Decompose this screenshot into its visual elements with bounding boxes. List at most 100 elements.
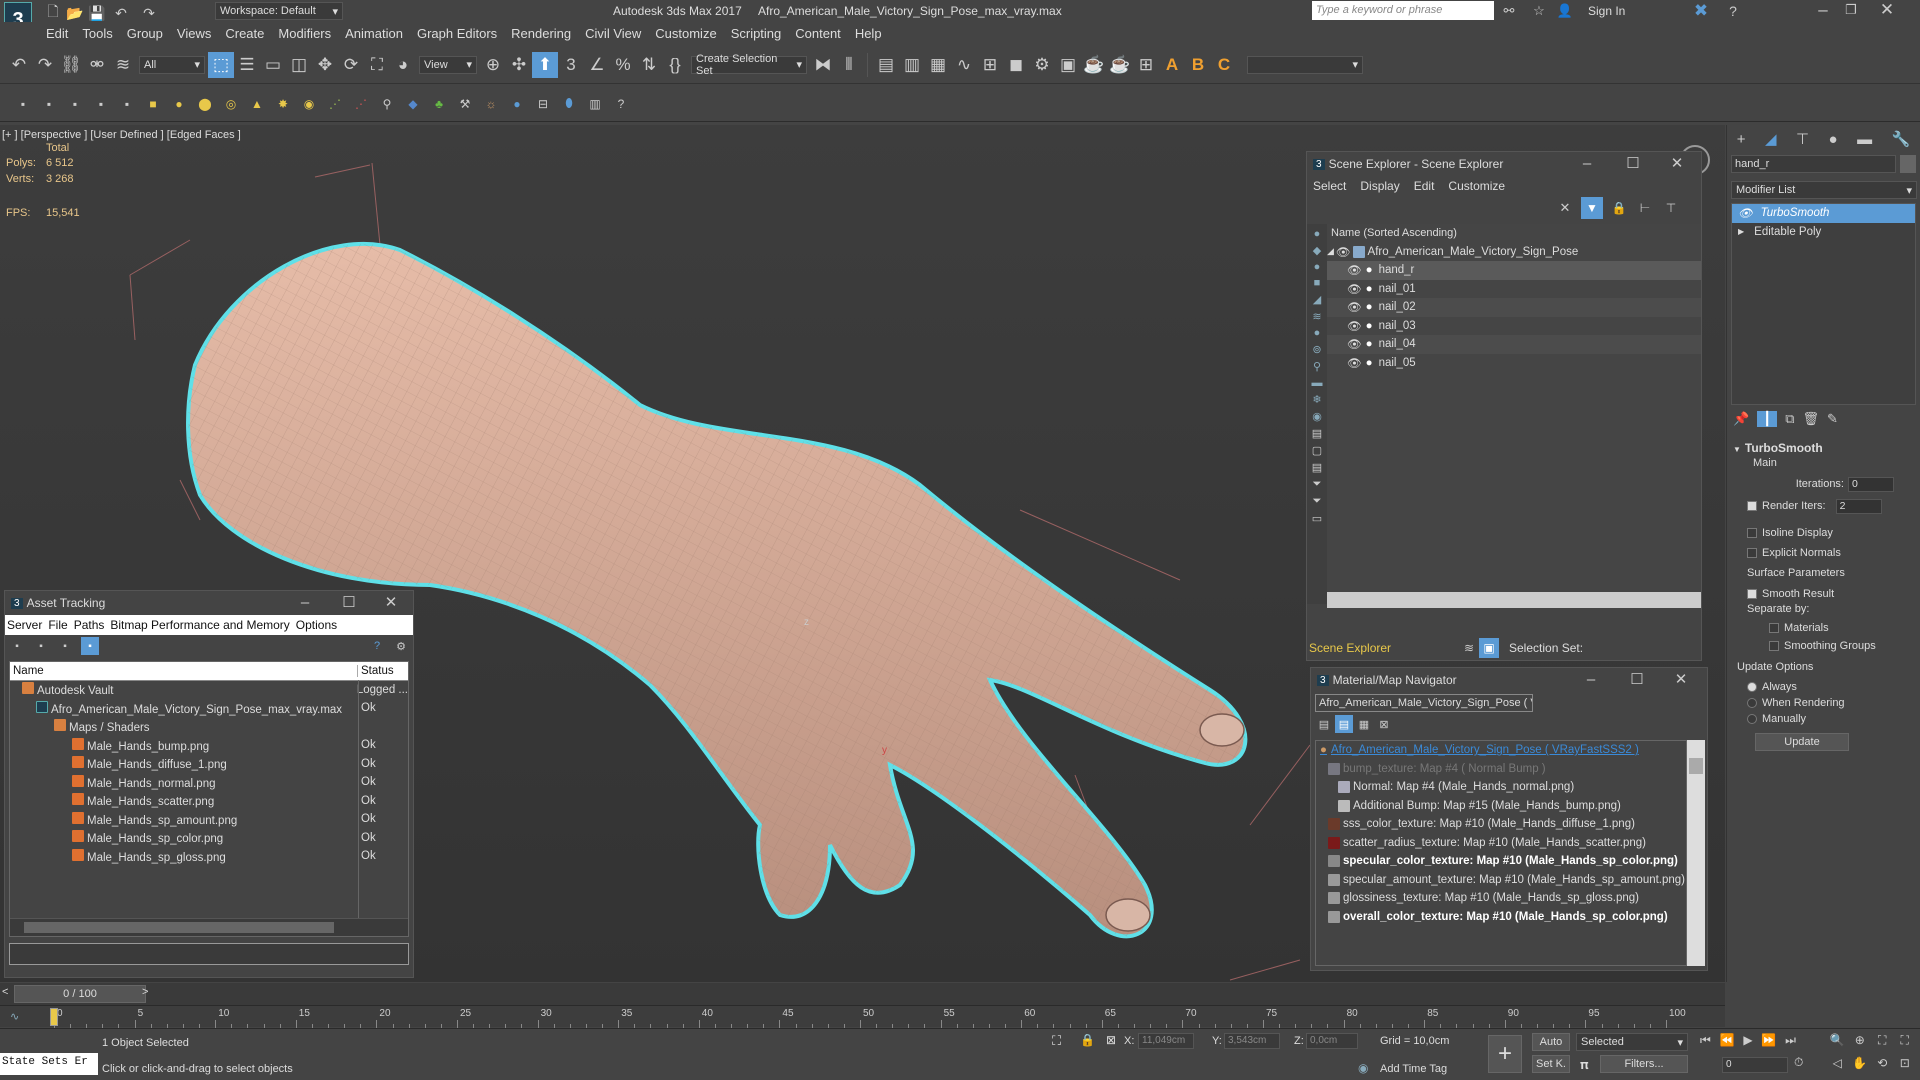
vray-proxy-icon[interactable]: ⊟ [530, 91, 556, 117]
se-menu-edit[interactable]: Edit [1414, 179, 1435, 193]
column-name[interactable]: Name [10, 664, 358, 677]
vault-icon[interactable]: ▪ [9, 633, 25, 659]
maximize-icon[interactable]: ☐ [1617, 668, 1657, 692]
close-icon[interactable]: ✕ [1657, 152, 1697, 176]
menu-civil-view[interactable]: Civil View [585, 26, 641, 41]
asset-help-icon[interactable]: ? [369, 633, 385, 659]
scene-explorer-icon[interactable]: ▤ [873, 52, 899, 78]
unlink-icon[interactable]: ⚮ [84, 52, 110, 78]
modifier-list-dropdown[interactable]: Modifier List ▾ [1731, 181, 1917, 199]
render-iters-spinner[interactable]: 2 [1835, 498, 1882, 514]
align-icon[interactable]: ⫴ [836, 52, 862, 78]
asset-menu-options[interactable]: Options [296, 618, 337, 632]
menu-edit[interactable]: Edit [46, 26, 68, 41]
snap-3-icon[interactable]: 3 [558, 52, 584, 78]
vray-light-icon[interactable]: ● [504, 91, 530, 117]
filter-shapes-icon[interactable]: ◆ [1313, 244, 1321, 257]
viewport-menu-plus[interactable]: [+ ] [2, 129, 18, 141]
maximize-icon[interactable]: ☐ [1613, 152, 1653, 176]
display-tab-icon[interactable]: ▬ [1857, 131, 1872, 148]
percent-snap-icon[interactable]: % [610, 52, 636, 78]
eye-icon[interactable]: 👁 [1347, 356, 1362, 370]
materials-checkbox[interactable] [1769, 623, 1779, 633]
table-row[interactable]: Male_Hands_diffuse_1.png Ok [10, 755, 408, 774]
auto-key-button[interactable]: Auto [1532, 1033, 1570, 1051]
material-item[interactable]: overall_color_texture: Map #10 (Male_Han… [1316, 908, 1686, 927]
ref-coord-dropdown[interactable]: View ▾ [419, 55, 477, 74]
menu-group[interactable]: Group [127, 26, 163, 41]
table-row[interactable]: Maps / Shaders [10, 718, 408, 737]
set-key-button[interactable]: Set K. [1532, 1055, 1570, 1073]
view-large-icons-icon[interactable]: ⊠ [1375, 711, 1393, 737]
light-icon[interactable]: ✸ [270, 91, 296, 117]
when-rendering-radio[interactable] [1747, 698, 1757, 708]
key-filter-icon[interactable]: 𝛑 [1580, 1057, 1589, 1073]
minimize-icon[interactable]: – [1810, 0, 1836, 23]
add-time-tag[interactable]: Add Time Tag [1380, 1063, 1447, 1075]
vray-plane-icon[interactable]: ▥ [582, 91, 608, 117]
selection-lock-icon[interactable]: 🔒 [1080, 1033, 1095, 1047]
table-row[interactable]: Male_Hands_sp_color.png Ok [10, 829, 408, 848]
view-list-icon[interactable]: ▤ [1315, 711, 1333, 737]
folder2-icon[interactable]: ▭ [1312, 512, 1322, 525]
filter-icon[interactable]: ▼ [1581, 197, 1603, 219]
motion-tab-icon[interactable]: ● [1829, 131, 1838, 148]
eye-icon[interactable]: 👁 [1336, 245, 1351, 259]
vray-b-icon[interactable]: B [1185, 52, 1211, 78]
eye-icon[interactable]: 👁 [1738, 206, 1753, 220]
filter-frozen-icon[interactable]: ❄ [1312, 393, 1321, 406]
scale-icon[interactable]: ⛶ [364, 52, 390, 78]
render-production-icon[interactable]: ☕ [1107, 52, 1133, 78]
table-row[interactable]: Afro_American_Male_Victory_Sign_Pose_max… [10, 699, 408, 718]
filter-containers-icon[interactable]: ▬ [1312, 377, 1323, 389]
remove-modifier-icon[interactable]: 🗑 [1802, 411, 1819, 427]
binoculars-icon[interactable]: ⚯ [1496, 0, 1522, 24]
pivot-center-icon[interactable]: ⊕ [480, 52, 506, 78]
table-row[interactable]: Male_Hands_normal.png Ok [10, 773, 408, 792]
render-teapot-icon[interactable]: ☕ [1081, 52, 1107, 78]
biped-icon[interactable]: ⚒ [452, 91, 478, 117]
workspace-dropdown[interactable]: Workspace: Default ▾ [215, 2, 343, 20]
funnel-icon[interactable]: ⏷ [1313, 478, 1322, 491]
set-key-big-button[interactable]: + [1488, 1035, 1522, 1073]
menu-content[interactable]: Content [795, 26, 841, 41]
maximize-viewport-icon[interactable]: ⊡ [1894, 1056, 1917, 1078]
funnel2-icon[interactable]: ⏷ [1313, 495, 1322, 508]
layer-explorer-icon[interactable]: ▥ [899, 52, 925, 78]
state-sets-field[interactable]: State Sets Er [0, 1053, 98, 1075]
tree-column-header[interactable]: Name (Sorted Ascending) [1327, 224, 1701, 243]
material-item[interactable]: specular_amount_texture: Map #10 (Male_H… [1316, 871, 1686, 890]
material-item[interactable]: bump_texture: Map #4 ( Normal Bump ) [1316, 760, 1686, 779]
filter-helpers-icon[interactable]: ◢ [1313, 293, 1321, 306]
tree-item-nail-01[interactable]: 👁 ● nail_01 [1327, 280, 1701, 299]
exchange-icon[interactable]: ✖ [1688, 0, 1714, 24]
search-input[interactable]: Type a keyword or phrase [1312, 1, 1494, 20]
material-item[interactable]: sss_color_texture: Map #10 (Male_Hands_d… [1316, 815, 1686, 834]
display-all-icon[interactable]: ▤ [1312, 427, 1322, 440]
close-app-icon[interactable]: ✕ [1874, 0, 1900, 23]
y-coord-field[interactable]: 3,543cm [1224, 1033, 1280, 1049]
selection-set-icon[interactable]: ▣ [1479, 638, 1499, 658]
selection-filter-dropdown[interactable]: All ▾ [139, 55, 205, 74]
configure-sets-icon[interactable]: ✎ [1827, 411, 1838, 427]
prev-frame-icon[interactable]: ⏪ [1720, 1033, 1735, 1053]
rotate-icon[interactable]: ⟳ [338, 52, 364, 78]
zoom-icon[interactable]: 🔍 [1826, 1033, 1849, 1056]
eye-icon[interactable]: 👁 [1347, 300, 1362, 314]
stack-item-turbosmooth[interactable]: 👁 TurboSmooth [1732, 204, 1915, 223]
expand-icon[interactable]: ▶ [1738, 227, 1744, 236]
layers-stack-icon[interactable]: ≋ [1459, 635, 1479, 661]
show-end-result-icon[interactable]: ┃ [1757, 411, 1778, 427]
explicit-normals-checkbox[interactable] [1747, 548, 1757, 558]
filter-cameras-icon[interactable]: ■ [1314, 277, 1321, 289]
select-manipulate-icon[interactable]: ✣ [506, 52, 532, 78]
cylinder-icon[interactable]: ⬤ [192, 91, 218, 117]
place-icon[interactable]: ◕ [390, 52, 416, 78]
smooth-result-checkbox[interactable] [1747, 589, 1757, 599]
viewport-view-label[interactable]: [Perspective ] [21, 129, 88, 141]
link-icon[interactable]: ⛓ [58, 52, 84, 78]
bone-icon[interactable]: ⚲ [374, 91, 400, 117]
asset-settings-icon[interactable]: ⚙ [393, 633, 409, 659]
tree-item-nail-04[interactable]: 👁 ● nail_04 [1327, 335, 1701, 354]
tree-item-nail-03[interactable]: 👁 ● nail_03 [1327, 317, 1701, 336]
